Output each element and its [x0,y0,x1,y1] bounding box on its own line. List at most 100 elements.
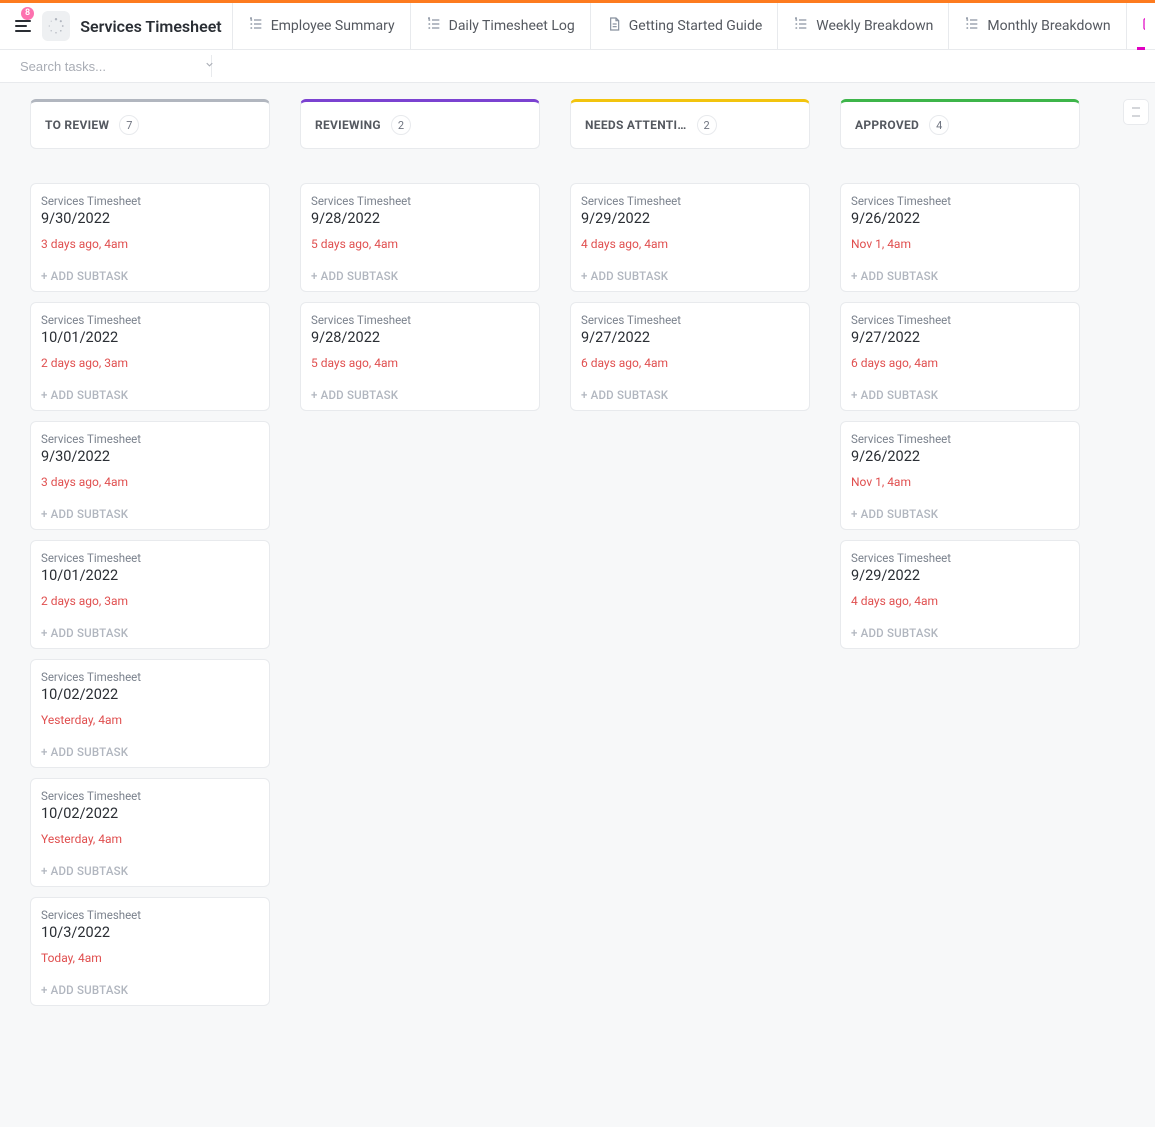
card-project-label: Services Timesheet [41,432,259,446]
card-project-label: Services Timesheet [311,194,529,208]
card-title: 10/02/2022 [41,805,259,822]
card-project-label: Services Timesheet [851,194,1069,208]
add-subtask-button[interactable]: + ADD SUBTASK [41,864,259,878]
add-subtask-button[interactable]: + ADD SUBTASK [41,745,259,759]
add-subtask-button[interactable]: + ADD SUBTASK [851,269,1069,283]
task-card[interactable]: Services Timesheet 10/02/2022 Yesterday, 4… [30,778,270,887]
task-card[interactable]: Services Timesheet9/29/20224 days ago, 4… [570,183,810,292]
task-card[interactable]: Services Timesheet 9/27/2022 6 days ago, 4… [840,302,1080,411]
task-card[interactable]: Services Timesheet10/01/20222 days ago, … [30,302,270,411]
card-due-date: 5 days ago, 4am [311,356,529,370]
tab-label: Monthly Breakdown [987,18,1110,34]
tab-getting-started-guide[interactable]: Getting Started Guide [590,3,778,50]
task-card[interactable]: Services Timesheet 9/28/2022 5 days ago, 4… [300,183,540,292]
main-menu-button[interactable]: 8 [10,12,36,40]
collapse-column-button[interactable] [1123,99,1149,125]
card-title: 9/26/2022 [851,448,1069,465]
toolbar [0,50,1155,83]
card-title: 9/29/2022 [581,210,799,227]
card-title: 9/30/2022 [41,448,259,465]
card-list: Services Timesheet 9/26/2022 Nov 1, 4am + A… [840,183,1080,649]
tab-monthly-breakdown[interactable]: Monthly Breakdown [948,3,1125,50]
spinner-icon [47,17,65,35]
notifications-badge: 8 [21,7,34,20]
column-title: TO REVIEW [45,118,109,132]
add-subtask-button[interactable]: + ADD SUBTASK [851,388,1069,402]
task-card[interactable]: Services Timesheet9/26/2022Nov 1, 4am+ A… [840,421,1080,530]
card-title: 9/27/2022 [581,329,799,346]
tab-employee-summary[interactable]: Employee Summary [232,3,410,50]
add-subtask-button[interactable]: + ADD SUBTASK [581,269,799,283]
add-subtask-button[interactable]: + ADD SUBTASK [41,269,259,283]
card-title: 10/02/2022 [41,686,259,703]
column-title: NEEDS ATTENTI… [585,118,687,132]
task-card[interactable]: Services Timesheet10/01/20222 days ago, … [30,540,270,649]
add-subtask-button[interactable]: + ADD SUBTASK [851,507,1069,521]
task-card[interactable]: Services Timesheet 10/02/2022 Yesterday, 4… [30,659,270,768]
task-card[interactable]: Services Timesheet 9/27/2022 6 days ago, 4… [570,302,810,411]
card-title: 9/27/2022 [851,329,1069,346]
tab-label: Employee Summary [271,18,395,34]
board-icon [1142,16,1145,36]
card-list: Services Timesheet 9/28/2022 5 days ago, 4… [300,183,540,411]
card-title: 10/01/2022 [41,329,259,346]
card-due-date: Yesterday, 4am [41,713,259,727]
card-due-date: 6 days ago, 4am [851,356,1069,370]
card-due-date: 2 days ago, 3am [41,356,259,370]
card-title: 9/28/2022 [311,210,529,227]
search-input[interactable] [20,59,196,74]
search-control[interactable] [12,55,212,77]
card-list: Services Timesheet9/29/20224 days ago, 4… [570,183,810,411]
card-project-label: Services Timesheet [851,313,1069,327]
card-project-label: Services Timesheet [311,313,529,327]
card-project-label: Services Timesheet [41,908,259,922]
page-title: Services Timesheet [70,17,231,36]
add-subtask-button[interactable]: + ADD SUBTASK [311,388,529,402]
column-title: REVIEWING [315,118,381,132]
task-card[interactable]: Services Timesheet9/29/20224 days ago, 4… [840,540,1080,649]
add-subtask-button[interactable]: + ADD SUBTASK [41,507,259,521]
card-project-label: Services Timesheet [581,313,799,327]
tab-label: Weekly Breakdown [816,18,933,34]
add-subtask-button[interactable]: + ADD SUBTASK [581,388,799,402]
card-due-date: 3 days ago, 4am [41,475,259,489]
column-count-badge: 2 [391,115,411,135]
add-subtask-button[interactable]: + ADD SUBTASK [311,269,529,283]
card-title: 9/26/2022 [851,210,1069,227]
column-header[interactable]: TO REVIEW7 [30,99,270,149]
column-to-review: TO REVIEW7 Services Timesheet 9/30/2022 3 d… [30,99,270,1006]
card-due-date: Today, 4am [41,951,259,965]
card-due-date: Nov 1, 4am [851,237,1069,251]
tab-boar[interactable]: Boar [1126,3,1145,50]
card-project-label: Services Timesheet [41,194,259,208]
column-header[interactable]: APPROVED4 [840,99,1080,149]
add-subtask-button[interactable]: + ADD SUBTASK [41,388,259,402]
card-due-date: 2 days ago, 3am [41,594,259,608]
task-card[interactable]: Services Timesheet9/28/20225 days ago, 4… [300,302,540,411]
add-subtask-button[interactable]: + ADD SUBTASK [41,626,259,640]
card-due-date: 6 days ago, 4am [581,356,799,370]
add-subtask-button[interactable]: + ADD SUBTASK [41,983,259,997]
task-card[interactable]: Services Timesheet 9/26/2022 Nov 1, 4am + A… [840,183,1080,292]
task-card[interactable]: Services Timesheet 9/30/2022 3 days ago, 4… [30,421,270,530]
card-project-label: Services Timesheet [41,670,259,684]
column-header[interactable]: NEEDS ATTENTI…2 [570,99,810,149]
column-needs-attenti-: NEEDS ATTENTI…2Services Timesheet9/29/20… [570,99,810,411]
column-count-badge: 4 [929,115,949,135]
add-subtask-button[interactable]: + ADD SUBTASK [851,626,1069,640]
tab-weekly-breakdown[interactable]: Weekly Breakdown [777,3,948,50]
tab-daily-timesheet-log[interactable]: Daily Timesheet Log [410,3,590,50]
column-header[interactable]: REVIEWING 2 [300,99,540,149]
card-project-label: Services Timesheet [41,789,259,803]
topbar: 8 Services Timesheet Employee Summary Dai… [0,3,1155,50]
card-due-date: Yesterday, 4am [41,832,259,846]
card-title: 9/29/2022 [851,567,1069,584]
card-title: 10/01/2022 [41,567,259,584]
card-due-date: 5 days ago, 4am [311,237,529,251]
card-list: Services Timesheet 9/30/2022 3 days ago, 4… [30,183,270,1006]
task-card[interactable]: Services Timesheet9/30/20223 days ago, 4… [30,183,270,292]
task-card[interactable]: Services Timesheet10/3/2022Today, 4am+ A… [30,897,270,1006]
list-icon [964,16,980,36]
card-project-label: Services Timesheet [851,551,1069,565]
card-due-date: 3 days ago, 4am [41,237,259,251]
